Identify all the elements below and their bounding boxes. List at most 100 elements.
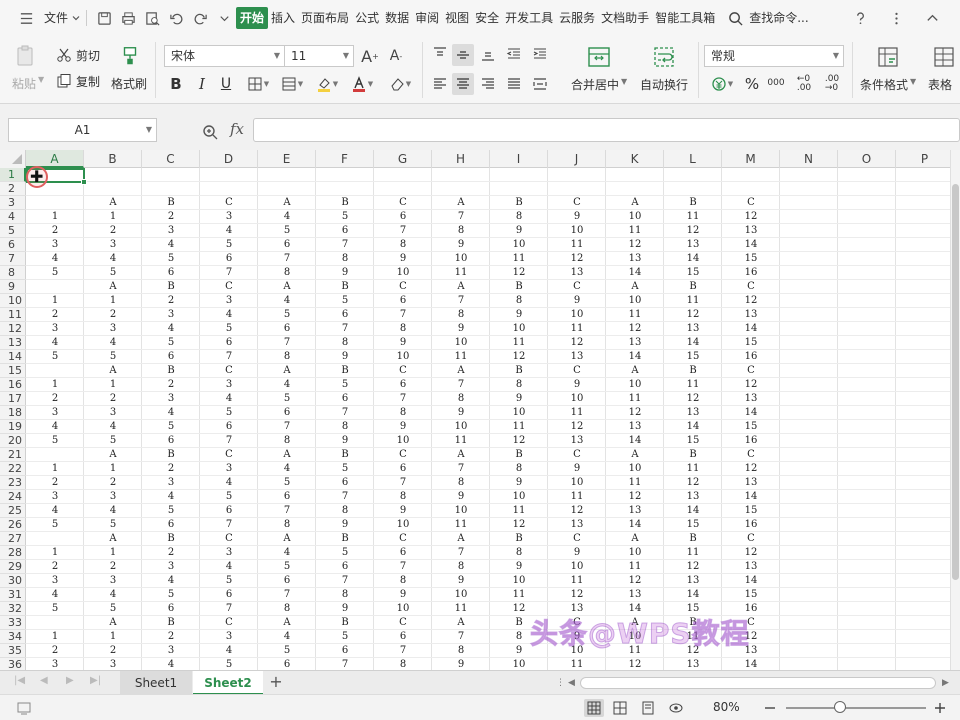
cell-l13[interactable]: 14: [664, 336, 722, 350]
cell-l27[interactable]: B: [664, 532, 722, 546]
cell-k31[interactable]: 13: [606, 588, 664, 602]
cell-d17[interactable]: 4: [200, 392, 258, 406]
cell-i5[interactable]: 9: [490, 224, 548, 238]
cell-j7[interactable]: 12: [548, 252, 606, 266]
borders-button[interactable]: ▼: [244, 74, 272, 94]
tab-formulas[interactable]: 公式: [352, 7, 382, 29]
row-header-1[interactable]: 1: [0, 168, 26, 182]
cell-g17[interactable]: 7: [374, 392, 432, 406]
cell-b25[interactable]: 4: [84, 504, 142, 518]
cell-k13[interactable]: 13: [606, 336, 664, 350]
cell-b15[interactable]: A: [84, 364, 142, 378]
zoom-cell-icon[interactable]: [202, 124, 218, 143]
sheet-tab-sheet2[interactable]: Sheet2: [193, 671, 263, 695]
cell-g22[interactable]: 6: [374, 462, 432, 476]
cell-d26[interactable]: 7: [200, 518, 258, 532]
column-header-p[interactable]: P: [896, 150, 950, 168]
cell-j8[interactable]: 13: [548, 266, 606, 280]
cell-e32[interactable]: 8: [258, 602, 316, 616]
cell-c34[interactable]: 2: [142, 630, 200, 644]
cell-c18[interactable]: 4: [142, 406, 200, 420]
cell-d9[interactable]: C: [200, 280, 258, 294]
cell-b19[interactable]: 4: [84, 420, 142, 434]
conditional-format-button[interactable]: [874, 44, 902, 70]
cell-g9[interactable]: C: [374, 280, 432, 294]
currency-format-button[interactable]: ▼: [708, 74, 736, 94]
cell-f7[interactable]: 8: [316, 252, 374, 266]
cell-e31[interactable]: 7: [258, 588, 316, 602]
cell-g6[interactable]: 8: [374, 238, 432, 252]
cell-l15[interactable]: B: [664, 364, 722, 378]
cell-c3[interactable]: B: [142, 196, 200, 210]
cell-h31[interactable]: 10: [432, 588, 490, 602]
page-break-view-icon[interactable]: [610, 699, 630, 717]
row-header-14[interactable]: 14: [0, 350, 26, 364]
add-sheet-button[interactable]: +: [266, 671, 286, 695]
cell-b32[interactable]: 5: [84, 602, 142, 616]
cell-d22[interactable]: 3: [200, 462, 258, 476]
cell-c25[interactable]: 5: [142, 504, 200, 518]
cell-i7[interactable]: 11: [490, 252, 548, 266]
cell-i22[interactable]: 8: [490, 462, 548, 476]
align-middle-button[interactable]: [452, 44, 474, 66]
cell-m19[interactable]: 15: [722, 420, 780, 434]
cell-e4[interactable]: 4: [258, 210, 316, 224]
row-header-29[interactable]: 29: [0, 560, 26, 574]
cell-f19[interactable]: 8: [316, 420, 374, 434]
row-header-30[interactable]: 30: [0, 574, 26, 588]
cell-k9[interactable]: A: [606, 280, 664, 294]
cell-b21[interactable]: A: [84, 448, 142, 462]
cell-e22[interactable]: 4: [258, 462, 316, 476]
cell-c26[interactable]: 6: [142, 518, 200, 532]
cell-j28[interactable]: 9: [548, 546, 606, 560]
macro-record-icon[interactable]: [14, 699, 34, 717]
cell-m9[interactable]: C: [722, 280, 780, 294]
fill-handle[interactable]: [81, 179, 87, 185]
cell-g32[interactable]: 10: [374, 602, 432, 616]
more-options-icon[interactable]: [887, 9, 905, 27]
cell-a24[interactable]: 3: [26, 490, 84, 504]
cell-d19[interactable]: 6: [200, 420, 258, 434]
align-top-button[interactable]: [430, 44, 450, 64]
cell-a23[interactable]: 2: [26, 476, 84, 490]
cell-g5[interactable]: 7: [374, 224, 432, 238]
cell-g18[interactable]: 8: [374, 406, 432, 420]
cell-b18[interactable]: 3: [84, 406, 142, 420]
cell-i15[interactable]: B: [490, 364, 548, 378]
cell-l30[interactable]: 13: [664, 574, 722, 588]
cell-c32[interactable]: 6: [142, 602, 200, 616]
cell-l12[interactable]: 13: [664, 322, 722, 336]
cell-f25[interactable]: 8: [316, 504, 374, 518]
cell-d30[interactable]: 5: [200, 574, 258, 588]
cell-l11[interactable]: 12: [664, 308, 722, 322]
cell-e21[interactable]: A: [258, 448, 316, 462]
cell-h9[interactable]: A: [432, 280, 490, 294]
cell-g19[interactable]: 9: [374, 420, 432, 434]
cell-d14[interactable]: 7: [200, 350, 258, 364]
cell-d12[interactable]: 5: [200, 322, 258, 336]
tab-home[interactable]: 开始: [236, 7, 269, 29]
cell-i3[interactable]: B: [490, 196, 548, 210]
cell-i28[interactable]: 8: [490, 546, 548, 560]
cell-e5[interactable]: 5: [258, 224, 316, 238]
cell-l6[interactable]: 13: [664, 238, 722, 252]
row-header-2[interactable]: 2: [0, 182, 26, 196]
cell-j27[interactable]: C: [548, 532, 606, 546]
formula-input[interactable]: [253, 118, 960, 142]
cell-c12[interactable]: 4: [142, 322, 200, 336]
cell-g4[interactable]: 6: [374, 210, 432, 224]
row-header-15[interactable]: 15: [0, 364, 26, 378]
row-header-31[interactable]: 31: [0, 588, 26, 602]
cell-m6[interactable]: 14: [722, 238, 780, 252]
cell-m15[interactable]: C: [722, 364, 780, 378]
row-header-3[interactable]: 3: [0, 196, 26, 210]
cell-m31[interactable]: 15: [722, 588, 780, 602]
cell-e8[interactable]: 8: [258, 266, 316, 280]
cell-a36[interactable]: 3: [26, 658, 84, 670]
cell-i21[interactable]: B: [490, 448, 548, 462]
cell-i11[interactable]: 9: [490, 308, 548, 322]
cell-d4[interactable]: 3: [200, 210, 258, 224]
zoom-slider[interactable]: [786, 701, 926, 713]
cell-m11[interactable]: 13: [722, 308, 780, 322]
cell-a29[interactable]: 2: [26, 560, 84, 574]
